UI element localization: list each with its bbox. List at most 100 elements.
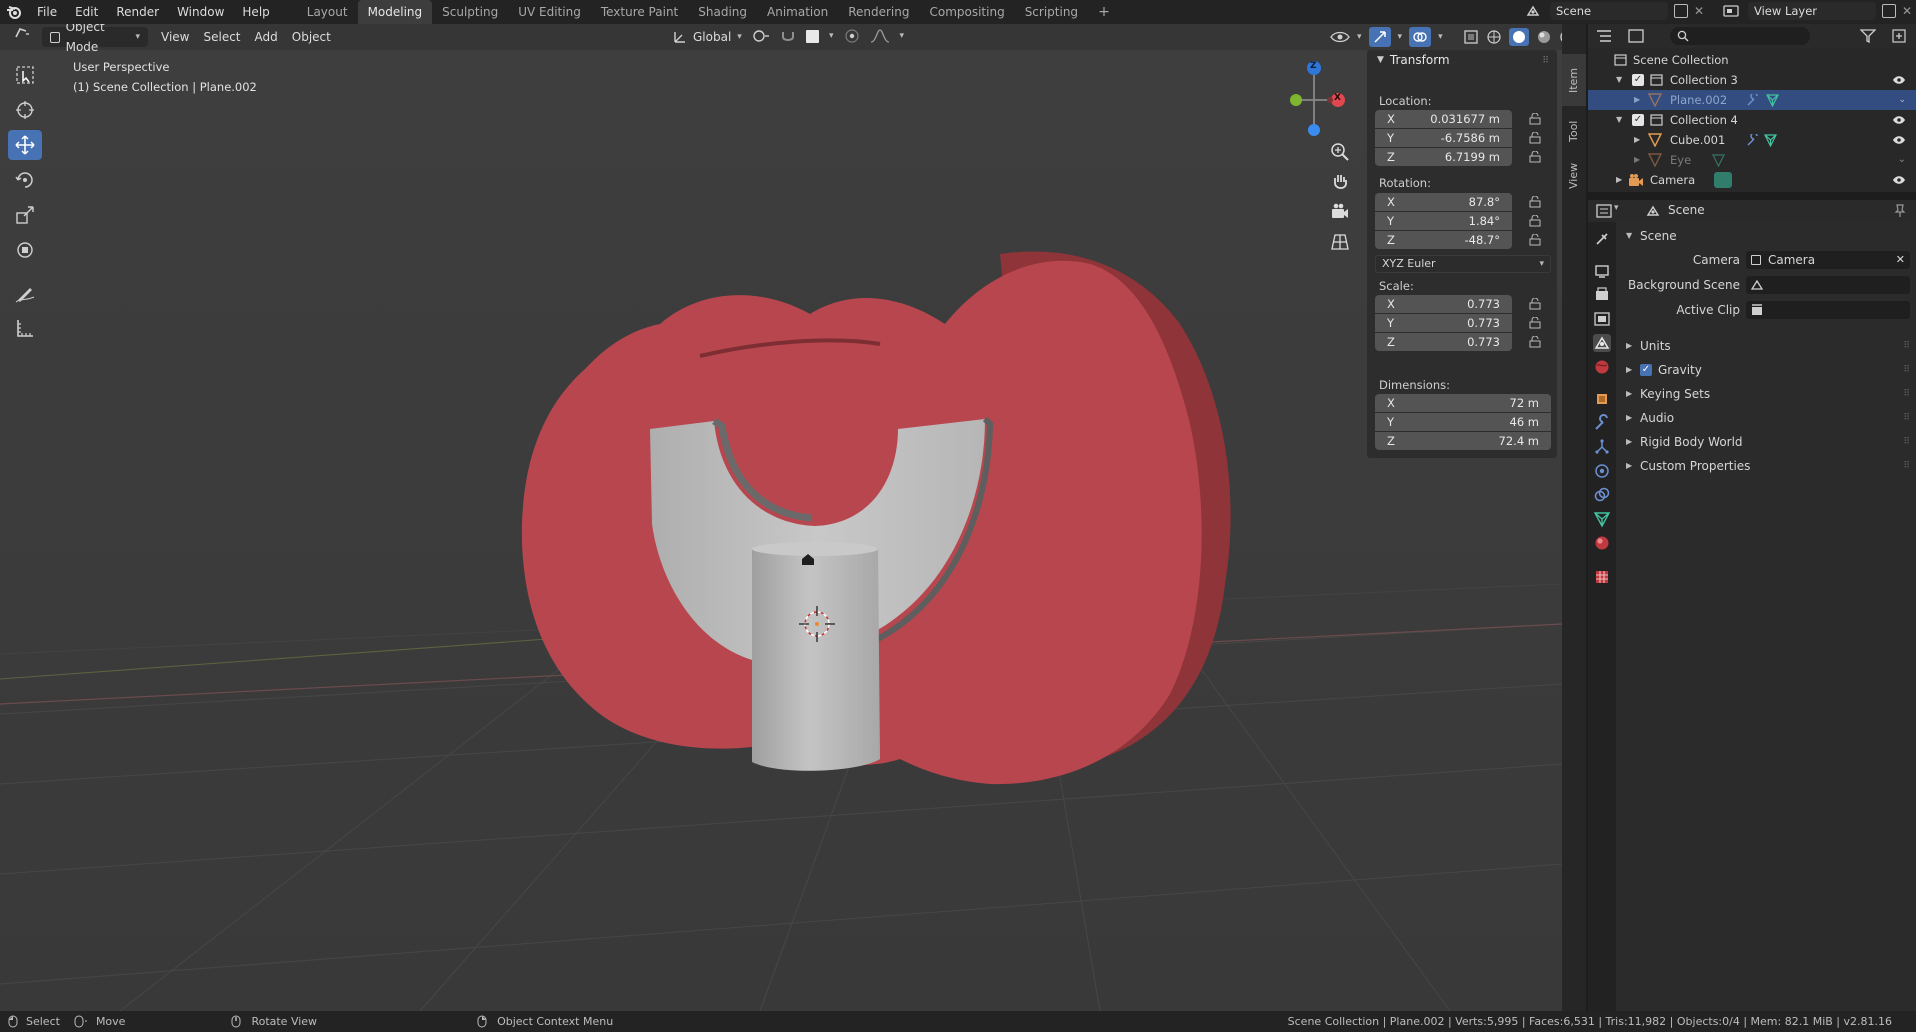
add-workspace-button[interactable]: +: [1088, 0, 1120, 24]
chevron-down-icon[interactable]: ▾: [900, 31, 905, 41]
rotation-z-field[interactable]: Z -48.7°: [1375, 231, 1512, 249]
menu-window[interactable]: Window: [168, 0, 233, 24]
drag-handle-icon[interactable]: ⠿: [1903, 456, 1910, 476]
chevron-right-icon[interactable]: ▶: [1634, 130, 1640, 150]
menu-object[interactable]: Object: [285, 27, 338, 47]
dimensions-y-field[interactable]: Y 46 m: [1375, 413, 1551, 431]
location-x-field[interactable]: X 0.031677 m: [1375, 110, 1512, 128]
eye-icon[interactable]: [1892, 175, 1906, 185]
outliner-search-input[interactable]: [1670, 27, 1810, 45]
menu-view[interactable]: View: [154, 27, 196, 47]
view-layer-icon[interactable]: [1720, 2, 1742, 20]
snap-icon[interactable]: [780, 28, 796, 44]
mesh-data-icon[interactable]: [1764, 134, 1777, 147]
view-layer-tab-icon[interactable]: [1593, 310, 1611, 328]
move-tool[interactable]: [8, 130, 42, 160]
tab-view[interactable]: View: [1562, 154, 1586, 198]
outliner-row-cube-001[interactable]: ▶ Cube.001: [1588, 130, 1916, 150]
background-scene-field[interactable]: [1746, 276, 1910, 294]
tab-modeling[interactable]: Modeling: [357, 0, 433, 24]
rotation-x-field[interactable]: X 87.8°: [1375, 193, 1512, 211]
annotate-tool[interactable]: [8, 278, 42, 308]
select-box-tool[interactable]: [8, 60, 42, 90]
chevron-down-icon[interactable]: ▾: [1438, 32, 1443, 42]
modifier-tab-icon[interactable]: [1593, 414, 1611, 432]
checkbox-icon[interactable]: ✓: [1632, 114, 1644, 126]
hidden-eye-icon[interactable]: ⌄: [1898, 150, 1906, 170]
custom-properties-panel-header[interactable]: ▶ Custom Properties ⠿: [1616, 456, 1916, 476]
chevron-down-icon[interactable]: ▼: [1616, 70, 1622, 90]
rigid-body-world-panel-header[interactable]: ▶ Rigid Body World ⠿: [1616, 432, 1916, 452]
lock-icon[interactable]: [1529, 151, 1541, 163]
measure-tool[interactable]: [8, 313, 42, 343]
drag-handle-icon[interactable]: ⠿: [1903, 408, 1910, 428]
texture-tab-icon[interactable]: [1593, 568, 1611, 586]
camera-view-icon[interactable]: [1330, 202, 1350, 222]
drag-handle-icon[interactable]: ⠿: [1903, 336, 1910, 356]
tab-layout[interactable]: Layout: [297, 0, 358, 24]
perspective-grid-icon[interactable]: [1330, 232, 1350, 252]
data-tab-icon[interactable]: [1593, 510, 1611, 528]
eye-icon[interactable]: [1892, 135, 1906, 145]
drag-handle-icon[interactable]: ⠿: [1542, 56, 1549, 66]
rotation-y-field[interactable]: Y 1.84°: [1375, 212, 1512, 230]
lock-icon[interactable]: [1529, 298, 1541, 310]
visibility-icon[interactable]: [1330, 29, 1350, 45]
outliner-row-plane-002[interactable]: ▶ Plane.002 ⌄: [1588, 90, 1916, 110]
gravity-checkbox[interactable]: ✓: [1640, 364, 1652, 376]
editor-type-icon[interactable]: [8, 27, 36, 47]
blender-logo-icon[interactable]: [0, 0, 28, 24]
chevron-down-icon[interactable]: ▾: [1357, 32, 1362, 42]
lock-icon[interactable]: [1529, 113, 1541, 125]
new-collection-icon[interactable]: [1892, 29, 1906, 43]
scene-tab[interactable]: [1593, 334, 1611, 352]
outliner-row-collection-4[interactable]: ▼ ✓ Collection 4: [1588, 110, 1916, 130]
physics-tab-icon[interactable]: [1593, 462, 1611, 480]
outliner-row-collection-3[interactable]: ▼ ✓ Collection 3: [1588, 70, 1916, 90]
overlays-icon[interactable]: [1409, 27, 1432, 47]
chevron-down-icon[interactable]: ▾: [829, 31, 834, 41]
menu-file[interactable]: File: [28, 0, 66, 24]
output-tab-icon[interactable]: [1593, 286, 1611, 304]
chevron-down-icon[interactable]: ▾: [1614, 203, 1619, 213]
transform-orientation-dropdown[interactable]: Global ▾: [665, 27, 750, 47]
scene-icon[interactable]: [1522, 2, 1544, 20]
keying-sets-panel-header[interactable]: ▶ Keying Sets ⠿: [1616, 384, 1916, 404]
drag-handle-icon[interactable]: ⠿: [1903, 432, 1910, 452]
menu-add[interactable]: Add: [248, 27, 285, 47]
render-tab-icon[interactable]: [1593, 262, 1611, 280]
chevron-right-icon[interactable]: ▶: [1634, 90, 1640, 110]
lock-icon[interactable]: [1529, 196, 1541, 208]
tab-tool[interactable]: Tool: [1562, 110, 1586, 152]
rotation-mode-dropdown[interactable]: XYZ Euler ▾: [1375, 255, 1551, 273]
outliner-row-eye[interactable]: ▶ Eye ⌄: [1588, 150, 1916, 170]
scale-y-field[interactable]: Y 0.773: [1375, 314, 1512, 332]
menu-render[interactable]: Render: [107, 0, 168, 24]
snap-element-icon[interactable]: [806, 29, 819, 43]
clear-icon[interactable]: ✕: [1896, 250, 1905, 270]
proportional-edit-icon[interactable]: [844, 28, 860, 44]
location-z-field[interactable]: Z 6.7199 m: [1375, 148, 1512, 166]
transform-panel-header[interactable]: ▼ Transform: [1377, 53, 1450, 67]
lock-icon[interactable]: [1529, 215, 1541, 227]
pivot-point-icon[interactable]: [752, 28, 770, 44]
lock-icon[interactable]: [1529, 317, 1541, 329]
modifier-wrench-icon[interactable]: [1746, 94, 1759, 107]
solid-shading-icon[interactable]: [1508, 28, 1529, 46]
lock-icon[interactable]: [1529, 336, 1541, 348]
xray-icon[interactable]: [1463, 29, 1479, 45]
menu-edit[interactable]: Edit: [66, 0, 107, 24]
material-shading-icon[interactable]: [1536, 29, 1552, 45]
close-icon[interactable]: ✕: [1694, 4, 1704, 18]
chevron-right-icon[interactable]: ▶: [1634, 150, 1640, 170]
chevron-down-icon[interactable]: ▾: [1398, 32, 1403, 42]
constraints-tab-icon[interactable]: [1593, 486, 1611, 504]
scale-tool[interactable]: [8, 200, 42, 230]
tab-animation[interactable]: Animation: [757, 0, 838, 24]
navigation-gizmo[interactable]: Z X: [1276, 58, 1346, 138]
tab-shading[interactable]: Shading: [688, 0, 757, 24]
lock-icon[interactable]: [1529, 132, 1541, 144]
object-tab-icon[interactable]: [1593, 390, 1611, 408]
outliner-row-camera[interactable]: ▶ Camera: [1588, 170, 1916, 190]
drag-handle-icon[interactable]: ⠿: [1903, 384, 1910, 404]
